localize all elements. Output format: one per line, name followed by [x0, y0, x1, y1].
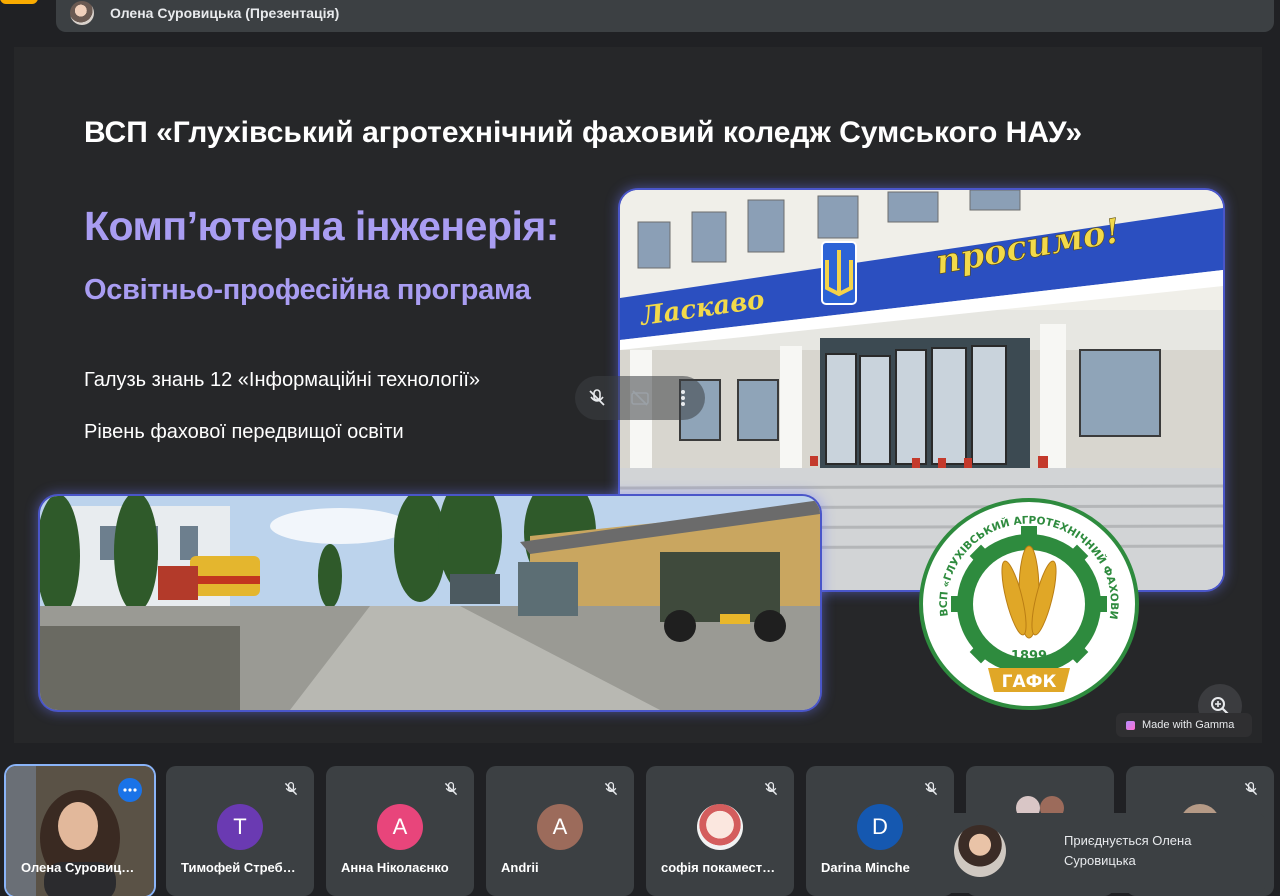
- mic-off-icon: [920, 778, 942, 800]
- presentation-header: Олена Суровицька (Презентація): [56, 0, 1274, 32]
- participant-name: софія покамест…: [661, 860, 776, 875]
- captions-off-icon[interactable]: [628, 386, 652, 410]
- museum-yard-photo: [40, 496, 820, 710]
- participant-name: Олена Суровиц…: [21, 860, 135, 875]
- participant-tile[interactable]: A Andrii: [486, 766, 634, 896]
- more-options-button[interactable]: [118, 778, 142, 802]
- mic-off-icon: [760, 778, 782, 800]
- logo-abbr: ГАФК: [1002, 672, 1057, 692]
- mic-off-icon: [440, 778, 462, 800]
- join-notification-text: Приєднується Олена Суровицька: [1064, 833, 1192, 868]
- participant-avatar: A: [537, 804, 583, 850]
- participant-avatar: D: [857, 804, 903, 850]
- participant-tile[interactable]: софія покамест…: [646, 766, 794, 896]
- participant-name: Тимофей Стреб…: [181, 860, 296, 875]
- mic-off-icon: [600, 778, 622, 800]
- participant-tile-self[interactable]: Олена Суровиц…: [6, 766, 154, 896]
- participant-name: Анна Ніколаєнко: [341, 860, 449, 875]
- join-notification[interactable]: Приєднується Олена Суровицька: [914, 813, 1266, 893]
- more-options-icon[interactable]: [671, 386, 695, 410]
- gamma-logo-icon: [1126, 720, 1135, 730]
- hand-raise-badge: [0, 0, 38, 4]
- program-subtitle: Освітньо-професійна програма: [84, 274, 531, 306]
- field-of-knowledge: Галузь знань 12 «Інформаційні технології…: [84, 369, 481, 391]
- college-logo: 1899 ГАФК ВСП «ГЛУХІВСЬКИЙ АГРОТЕХНІЧНИЙ…: [912, 486, 1140, 712]
- joining-user-avatar: [954, 825, 1006, 877]
- participant-name: Andrii: [501, 860, 539, 875]
- mic-off-icon[interactable]: [585, 386, 609, 410]
- presenter-avatar: [70, 1, 94, 25]
- participant-tile[interactable]: T Тимофей Стреб…: [166, 766, 314, 896]
- participant-tile[interactable]: A Анна Ніколаєнко: [326, 766, 474, 896]
- more-horiz-icon: [123, 788, 137, 792]
- logo-year: 1899: [1011, 649, 1047, 664]
- program-title: Комп’ютерна інженерія:: [84, 203, 559, 249]
- education-level: Рівень фахової передвищої освіти: [84, 421, 404, 443]
- participant-avatar: A: [377, 804, 423, 850]
- participant-avatar: T: [217, 804, 263, 850]
- pinned-tile-controls: [575, 376, 705, 420]
- presenter-title: Олена Суровицька (Презентація): [110, 5, 340, 21]
- made-with-gamma-badge[interactable]: Made with Gamma: [1116, 713, 1252, 737]
- mic-off-icon: [1240, 778, 1262, 800]
- slide-title: ВСП «Глухівський агротехнічний фаховий к…: [84, 116, 1083, 149]
- participant-avatar-image: [697, 804, 743, 850]
- made-with-label: Made with Gamma: [1142, 719, 1235, 731]
- mic-off-icon: [280, 778, 302, 800]
